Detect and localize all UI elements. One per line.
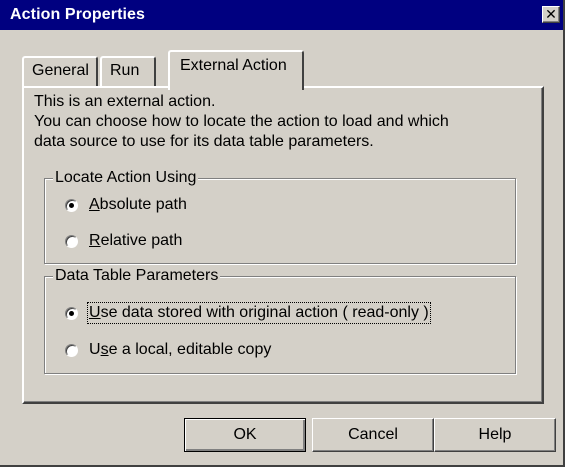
tab-general-label: General xyxy=(32,62,89,79)
use-local-copy-radio[interactable]: Use a local, editable copy xyxy=(65,338,272,362)
tab-external-action[interactable]: External Action xyxy=(168,50,304,90)
description-line: This is an external action. xyxy=(34,93,216,110)
tab-run[interactable]: Run xyxy=(100,56,156,86)
use-local-copy-label: Use a local, editable copy xyxy=(89,341,272,358)
absolute-path-radio-circle[interactable] xyxy=(65,198,78,212)
tab-run-label: Run xyxy=(110,62,140,79)
relative-path-label: Relative path xyxy=(89,232,183,249)
use-original-data-label: Use data stored with original action ( r… xyxy=(87,302,431,324)
dialog-title: Action Properties xyxy=(10,6,146,23)
absolute-path-radio[interactable]: Absolute path xyxy=(65,193,188,217)
title-bar[interactable]: Action Properties ✕ xyxy=(0,0,563,30)
relative-path-radio[interactable]: Relative path xyxy=(65,229,183,253)
help-button[interactable]: Help xyxy=(434,418,556,452)
absolute-path-label: Absolute path xyxy=(89,196,187,213)
use-original-data-radio-circle[interactable] xyxy=(65,306,78,320)
use-original-data-radio[interactable]: Use data stored with original action ( r… xyxy=(65,301,431,325)
description-line: data source to use for its data table pa… xyxy=(34,133,374,150)
locate-action-legend: Locate Action Using xyxy=(53,168,199,188)
use-local-copy-radio-circle[interactable] xyxy=(65,343,78,357)
data-table-parameters-group: Data Table Parameters Use data stored wi… xyxy=(44,266,516,374)
cancel-button[interactable]: Cancel xyxy=(312,418,434,452)
description-line: You can choose how to locate the action … xyxy=(34,113,449,130)
tab-external-action-label: External Action xyxy=(180,57,287,74)
data-table-parameters-legend: Data Table Parameters xyxy=(53,266,221,286)
action-properties-dialog: Action Properties ✕ General Run External… xyxy=(0,0,565,467)
tab-general[interactable]: General xyxy=(22,56,98,86)
tab-panel-external-action: This is an external action. You can choo… xyxy=(22,86,544,404)
ok-button[interactable]: OK xyxy=(184,418,306,452)
description-text: This is an external action. You can choo… xyxy=(34,92,534,152)
close-icon[interactable]: ✕ xyxy=(542,6,560,23)
locate-action-group: Locate Action Using Absolute path Relati… xyxy=(44,168,516,264)
relative-path-radio-circle[interactable] xyxy=(65,234,78,248)
